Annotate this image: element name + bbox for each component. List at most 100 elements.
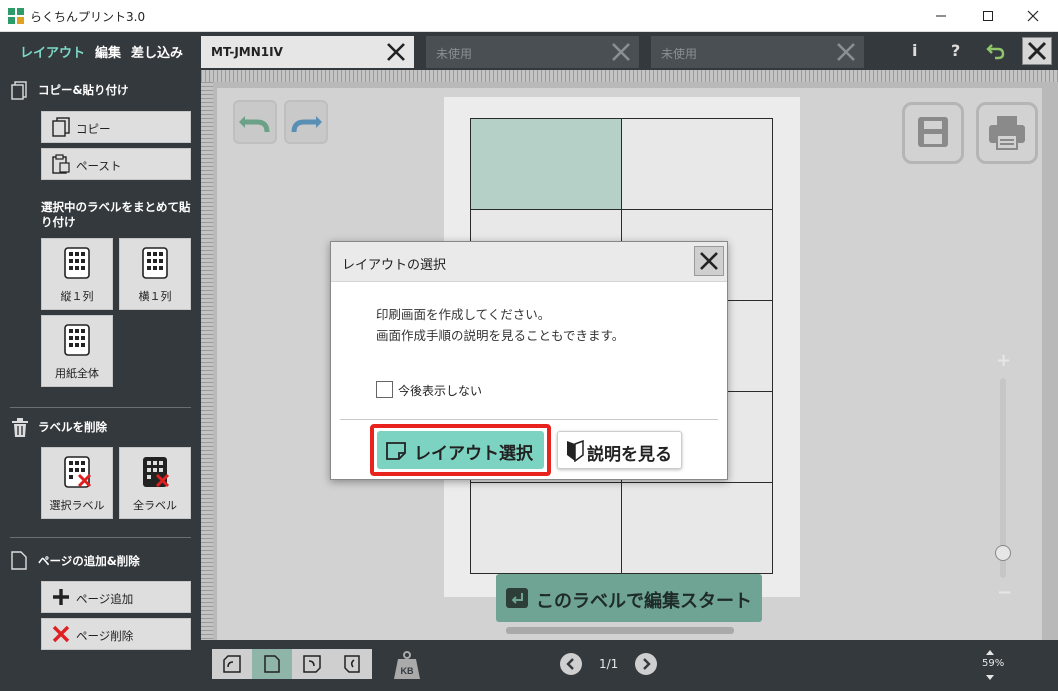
doc-tab-2[interactable]: 未使用 (426, 36, 639, 68)
delete-selected-icon (64, 456, 92, 488)
zoom-percent: 59% (982, 658, 1005, 669)
prev-page-button[interactable] (560, 653, 582, 675)
red-x-icon (52, 625, 70, 643)
add-page-button[interactable]: ページ追加 (41, 581, 191, 613)
dialog-message-line1: 印刷画面を作成してください。 (376, 307, 551, 322)
view-mode-3-button[interactable] (292, 649, 332, 679)
doc-tab-3[interactable]: 未使用 (651, 36, 864, 68)
view-mode-2-button[interactable] (252, 649, 292, 679)
tile-horizontal-label: 横１列 (138, 290, 172, 303)
weight-kb-icon: KB (394, 651, 420, 679)
close-window-button[interactable] (1010, 0, 1056, 32)
page-icon (264, 655, 280, 673)
page-add-delete-title: ページの追加&削除 (38, 554, 140, 568)
doc-tab-1[interactable]: MT-JMN1IV (201, 36, 414, 68)
tile-delete-selected-label: 選択ラベル (49, 499, 105, 512)
label-cell[interactable] (621, 118, 773, 210)
zoom-down-icon[interactable] (985, 674, 995, 682)
paste-vertical-column-button[interactable]: 縦１列 (41, 238, 113, 310)
copy-section-icon (11, 81, 27, 100)
mode-tab-edit[interactable]: 編集 (95, 42, 121, 61)
tab-close-icon[interactable] (384, 40, 408, 64)
save-icon (918, 117, 948, 147)
delete-all-icon (143, 457, 170, 488)
app-logo-icon (8, 8, 24, 24)
undo-arrow-icon[interactable] (986, 42, 1006, 60)
printer-icon (989, 116, 1025, 150)
close-icon (700, 252, 718, 270)
label-cell[interactable] (470, 482, 622, 574)
dialog-title: レイアウトの選択 (342, 258, 447, 273)
mode-tab-merge[interactable]: 差し込み (131, 42, 183, 61)
paste-horizontal-row-button[interactable]: 横１列 (119, 238, 191, 310)
kb-text: KB (401, 666, 414, 676)
window-title: らくちんプリント3.0 (30, 10, 146, 24)
minimize-button[interactable] (918, 0, 964, 32)
zoom-slider-handle[interactable] (995, 545, 1011, 561)
mode-tab-layout[interactable]: レイアウト (20, 42, 85, 61)
delete-selected-label-button[interactable]: 選択ラベル (41, 447, 113, 519)
view-instructions-label: 説明を見る (587, 445, 672, 465)
label-cell[interactable] (621, 482, 773, 574)
delete-label-title: ラベルを削除 (38, 420, 107, 434)
undo-button[interactable] (233, 100, 277, 144)
next-page-button[interactable] (635, 653, 657, 675)
copy-label: コピー (76, 122, 111, 136)
tile-whole-label: 用紙全体 (55, 367, 99, 380)
dont-show-again-label[interactable]: 今後表示しない (398, 382, 482, 399)
beginner-mark-icon (567, 440, 584, 462)
paste-whole-sheet-button[interactable]: 用紙全体 (41, 315, 113, 387)
view-mode-1-button[interactable] (212, 649, 252, 679)
page-rotate-right-icon (303, 655, 321, 673)
dialog-message-line2: 画面作成手順の説明を見ることもできます。 (376, 328, 625, 343)
copy-button[interactable]: コピー (41, 111, 191, 143)
label-sheet-whole-icon (64, 324, 90, 356)
batch-paste-note: 選択中のラベルをまとめて貼り付け (41, 200, 191, 229)
save-button[interactable] (902, 102, 964, 164)
delete-page-label: ページ削除 (76, 629, 134, 643)
print-button[interactable] (976, 102, 1038, 164)
enter-icon (506, 588, 528, 608)
start-editing-button[interactable]: このラベルで編集スタート (496, 574, 762, 622)
redo-button[interactable] (284, 100, 328, 144)
ruler-left (201, 82, 213, 640)
delete-all-labels-button[interactable]: 全ラベル (119, 447, 191, 519)
label-cell[interactable] (470, 118, 622, 210)
help-button[interactable]: ? (951, 41, 960, 60)
horizontal-scrollbar[interactable] (506, 627, 734, 634)
tab-close-icon[interactable] (609, 40, 633, 64)
copy-icon (52, 117, 70, 137)
doc-tab-label: 未使用 (436, 47, 473, 61)
dialog-close-button[interactable] (694, 246, 724, 276)
delete-page-button[interactable]: ページ削除 (41, 618, 191, 650)
view-instructions-button[interactable]: 説明を見る (557, 431, 682, 469)
dialog-message: 印刷画面を作成してください。 画面作成手順の説明を見ることもできます。 (376, 304, 624, 346)
layout-select-dialog: レイアウトの選択 印刷画面を作成してください。 画面作成手順の説明を見ることもで… (330, 241, 728, 480)
paste-icon (52, 154, 70, 174)
add-page-label: ページ追加 (76, 592, 134, 606)
dialog-header: レイアウトの選択 (331, 242, 727, 282)
view-mode-4-button[interactable] (332, 649, 372, 679)
paste-button[interactable]: ペースト (41, 148, 191, 180)
page-indicator: 1/1 (599, 657, 619, 671)
layout-select-button-highlight: レイアウト選択 (370, 424, 551, 476)
layout-select-button[interactable]: レイアウト選択 (377, 431, 544, 469)
tab-close-icon[interactable] (834, 40, 858, 64)
chevron-left-icon (566, 658, 574, 670)
close-document-button[interactable] (1022, 37, 1052, 65)
top-bar: レイアウト 編集 差し込み MT-JMN1IV 未使用 未使用 (0, 32, 1058, 70)
left-sidebar: コピー&貼り付け コピー ペースト 選択中のラベルをまとめて貼り付け 縦１列 横… (0, 70, 201, 691)
doc-tab-label: MT-JMN1IV (211, 45, 283, 59)
maximize-button[interactable] (965, 0, 1011, 32)
zoom-in-button[interactable]: + (996, 350, 1011, 371)
doc-tab-label: 未使用 (661, 47, 698, 61)
zoom-out-button[interactable]: − (997, 582, 1012, 603)
sidebar-divider (10, 537, 191, 538)
page-icon (11, 551, 27, 570)
zoom-up-icon[interactable] (985, 648, 995, 656)
dont-show-again-checkbox[interactable] (376, 381, 393, 398)
copy-paste-title: コピー&貼り付け (38, 83, 129, 97)
sticky-note-icon (386, 442, 406, 460)
dialog-separator (340, 419, 718, 420)
info-button[interactable]: i (912, 41, 917, 60)
